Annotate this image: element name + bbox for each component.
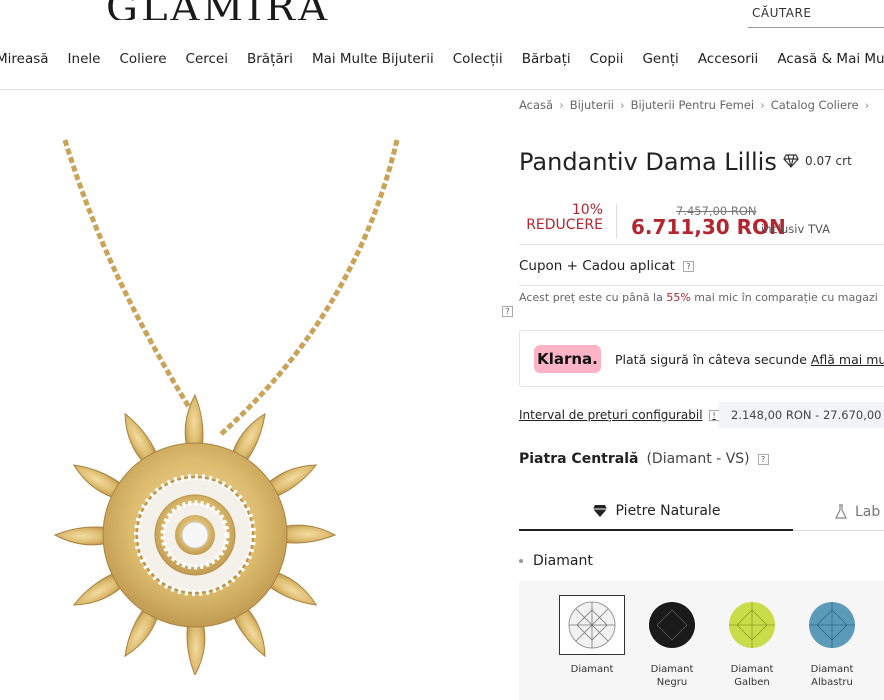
klarna-learn-more-link[interactable]: Află mai multe xyxy=(811,352,884,367)
bullet-icon xyxy=(519,559,523,563)
compare-suffix: mai mic în comparație cu magazi xyxy=(690,291,878,304)
breadcrumb-item[interactable]: Bijuterii Pentru Femei xyxy=(631,98,755,112)
breadcrumb-item[interactable]: Bijuterii xyxy=(570,98,614,112)
chevron-right-icon: › xyxy=(619,98,625,112)
center-stone-info: Piatra Centrală (Diamant - VS) ? xyxy=(519,451,769,467)
nav-item-mai-multe-bijuterii[interactable]: Mai Multe Bijuterii xyxy=(312,51,434,67)
stone-name-line2: Negru xyxy=(656,677,688,688)
center-stone-value: (Diamant - VS) xyxy=(646,451,750,467)
klarna-text: Plată sigură în câteva secunde Află mai … xyxy=(615,352,884,367)
help-icon[interactable]: ? xyxy=(757,453,769,465)
klarna-logo: Klarna. xyxy=(534,345,601,373)
stone-thumbnail[interactable] xyxy=(559,595,625,655)
coupon-info: Cupon + Cadou aplicat ? xyxy=(519,258,694,274)
tab-natural-stones[interactable]: Pietre Naturale xyxy=(519,493,793,531)
nav-item-barbati[interactable]: Bărbați xyxy=(522,51,571,67)
stone-name-line1: Diamant xyxy=(730,664,774,675)
chevron-right-icon: › xyxy=(559,98,564,112)
coupon-label: Cupon + Cadou aplicat xyxy=(519,258,675,274)
stone-option-name: Diamant xyxy=(559,663,625,676)
divider xyxy=(519,285,884,286)
stone-option-diamant-negru[interactable]: Diamant Negru xyxy=(639,595,705,689)
nav-item-genti[interactable]: Genți xyxy=(642,51,678,67)
stone-name-line1: Diamant xyxy=(650,664,694,675)
stone-option-diamant[interactable]: Diamant xyxy=(559,595,625,676)
price-compare-note: Acest preț este cu până la 55% mai mic î… xyxy=(519,291,878,304)
nav-item-copii[interactable]: Copii xyxy=(590,51,624,67)
flask-icon xyxy=(835,503,847,519)
help-icon[interactable]: ? xyxy=(502,306,513,317)
stone-name-line1: Diamant xyxy=(570,664,614,675)
stone-option-name: Diamant Negru xyxy=(639,663,705,689)
stone-thumbnail[interactable] xyxy=(639,595,705,655)
nav-item-colectii[interactable]: Colecții xyxy=(453,51,503,67)
compare-prefix: Acest preț este cu până la xyxy=(519,291,667,304)
info-icon[interactable]: ! xyxy=(708,409,720,421)
stone-option-name: Diamant Galben xyxy=(719,663,785,689)
stone-thumbnail[interactable] xyxy=(719,595,785,655)
help-icon[interactable]: ? xyxy=(682,260,694,272)
price-interval-value: 2.148,00 RON - 27.670,00 R xyxy=(719,402,884,428)
main-nav: Mireasă Inele Coliere Cercei Brățări Mai Mult… xyxy=(0,51,884,71)
nav-divider xyxy=(0,89,884,90)
price-interval-link[interactable]: Interval de prețuri configurabil ! xyxy=(519,408,720,422)
diamond-icon xyxy=(592,505,607,517)
stone-option-name: Diamant Albastru xyxy=(799,663,865,689)
klarna-banner: Klarna. Plată sigură în câteva secunde A… xyxy=(519,330,884,387)
stone-name-line2: Galben xyxy=(734,677,770,688)
diamond-icon xyxy=(783,154,799,168)
discount-badge: 10% REDUCERE xyxy=(519,203,603,233)
breadcrumb: Acasă › Bijuterii › Bijuterii Pentru Femei › C… xyxy=(519,98,875,112)
glamira-logo[interactable]: GLAMIRA xyxy=(106,0,330,20)
breadcrumb-item[interactable]: Acasă xyxy=(519,98,553,112)
price-divider xyxy=(616,204,617,238)
search-input[interactable]: CĂUTARE xyxy=(748,0,884,28)
yellow-diamond-icon xyxy=(729,602,775,648)
stone-thumbnail[interactable] xyxy=(799,595,865,655)
price-interval-label[interactable]: Interval de prețuri configurabil xyxy=(519,408,703,422)
white-diamond-icon xyxy=(568,601,616,649)
tab-lab-label: Lab xyxy=(855,503,881,520)
stone-name-line2: Albastru xyxy=(811,677,853,688)
chevron-right-icon: › xyxy=(760,98,765,112)
discount-label: REDUCERE xyxy=(526,217,603,233)
stone-options-panel: Diamant Diamant Negru Diamant Galben Diama… xyxy=(519,581,884,700)
carat-value: 0.07 crt xyxy=(805,154,852,168)
tab-natural-label: Pietre Naturale xyxy=(615,503,721,519)
nav-item-coliere[interactable]: Coliere xyxy=(119,51,166,67)
vat-note: inclusiv TVA xyxy=(761,222,830,236)
black-diamond-icon xyxy=(649,602,695,648)
nav-item-bratari[interactable]: Brățări xyxy=(247,51,293,67)
nav-item-inele[interactable]: Inele xyxy=(68,51,101,67)
divider xyxy=(519,244,884,245)
chevron-right-icon: › xyxy=(864,98,870,112)
product-image[interactable] xyxy=(40,135,440,675)
nav-item-mireasa[interactable]: Mireasă xyxy=(0,51,49,67)
stone-name-line1: Diamant xyxy=(810,664,854,675)
carat-info: 0.07 crt xyxy=(783,154,852,168)
product-title: Pandantiv Dama Lillis xyxy=(519,148,777,176)
stone-option-diamant-galben[interactable]: Diamant Galben xyxy=(719,595,785,689)
compare-percent: 55% xyxy=(666,291,691,304)
tab-lab-stones[interactable]: Lab xyxy=(793,493,884,531)
blue-diamond-icon xyxy=(809,602,855,648)
stone-type-label: Diamant xyxy=(533,553,593,569)
nav-item-accesorii[interactable]: Accesorii xyxy=(698,51,759,67)
stone-type-heading: Diamant xyxy=(519,553,593,569)
center-stone-label: Piatra Centrală xyxy=(519,451,639,467)
klarna-description: Plată sigură în câteva secunde xyxy=(615,352,811,367)
nav-item-cercei[interactable]: Cercei xyxy=(186,51,228,67)
stone-option-diamant-albastru[interactable]: Diamant Albastru xyxy=(799,595,865,689)
discount-percent: 10% xyxy=(571,202,603,218)
nav-item-acasa[interactable]: Acasă & Mai Mu xyxy=(777,51,884,67)
breadcrumb-item[interactable]: Catalog Coliere xyxy=(771,98,859,112)
